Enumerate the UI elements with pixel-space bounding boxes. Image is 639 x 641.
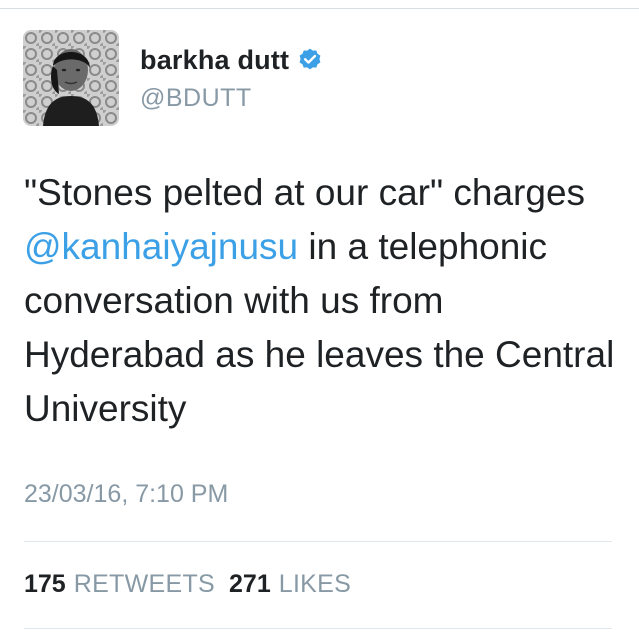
tweet-timestamp[interactable]: 23/03/16, 7:10 PM — [24, 480, 228, 509]
likes-count[interactable]: 271 — [229, 570, 271, 599]
stats-bottom-divider — [24, 628, 612, 629]
stats-top-divider — [24, 541, 612, 542]
avatar[interactable] — [23, 30, 119, 126]
mention-link[interactable]: @kanhaiyajnusu — [24, 226, 298, 267]
tweet-text: "Stones pelted at our car" charges @kanh… — [24, 166, 624, 436]
retweets-label[interactable]: RETWEETS — [74, 570, 215, 599]
author-display-name[interactable]: barkha dutt — [140, 45, 289, 76]
author-handle[interactable]: @BDUTT — [140, 84, 323, 113]
verified-badge-icon — [297, 47, 323, 73]
tweet-text-part-1: "Stones pelted at our car" charges — [24, 172, 586, 213]
retweets-count[interactable]: 175 — [24, 570, 66, 599]
tweet-author[interactable]: barkha dutt @BDUTT — [140, 42, 323, 113]
author-name-row: barkha dutt — [140, 42, 323, 78]
avatar-photo-icon — [23, 30, 119, 126]
tweet-stats: 175 RETWEETS 271 LIKES — [24, 570, 351, 599]
top-divider — [0, 8, 639, 9]
likes-label[interactable]: LIKES — [279, 570, 351, 599]
